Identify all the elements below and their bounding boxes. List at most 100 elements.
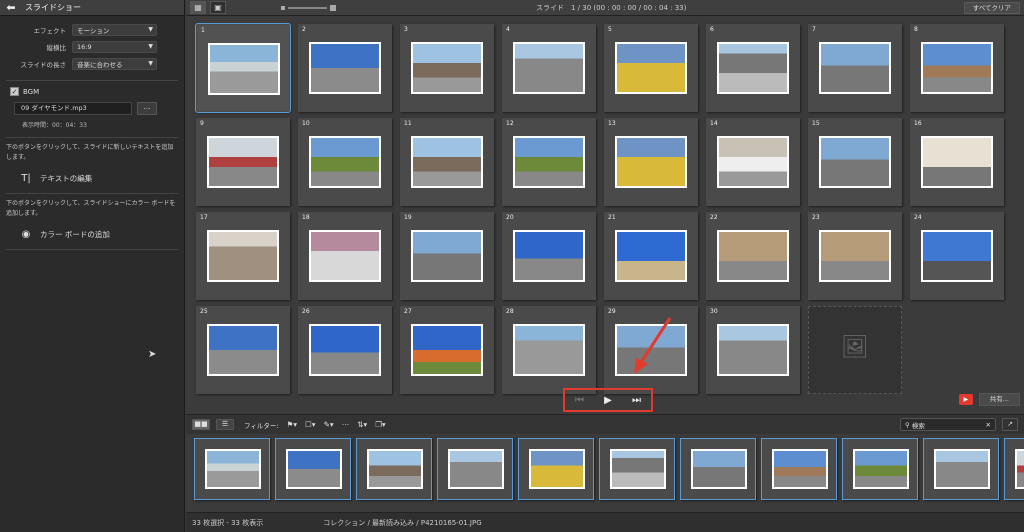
filmstrip-thumbnail[interactable] bbox=[518, 438, 594, 500]
slide-number: 26 bbox=[302, 308, 310, 315]
share-button[interactable]: 共有... bbox=[978, 393, 1020, 406]
slide-thumbnail[interactable]: 18 bbox=[298, 212, 392, 300]
slide-number: 30 bbox=[710, 308, 718, 315]
slide-photo bbox=[207, 230, 279, 282]
filmstrip-thumbnail[interactable] bbox=[356, 438, 432, 500]
slide-thumbnail[interactable]: 17 bbox=[196, 212, 290, 300]
skip-forward-icon[interactable]: ⏭ bbox=[632, 395, 641, 406]
slide-thumbnail[interactable]: 27 bbox=[400, 306, 494, 394]
slide-thumbnail[interactable]: 1 bbox=[195, 23, 291, 113]
slider-track[interactable] bbox=[288, 7, 327, 9]
slide-thumbnail[interactable]: 4 bbox=[502, 24, 596, 112]
checkbox-checked-icon[interactable]: ✓ bbox=[10, 87, 19, 96]
sort-icon[interactable]: ⇅▾ bbox=[357, 420, 367, 429]
edit-filter-icon[interactable]: ✎▾ bbox=[324, 420, 334, 429]
bgm-toggle[interactable]: ✓ BGM bbox=[10, 87, 184, 96]
external-link-icon[interactable]: ↗ bbox=[1002, 418, 1018, 431]
filmstrip-thumbnail[interactable] bbox=[194, 438, 270, 500]
annotation-arrow bbox=[634, 317, 672, 374]
filter-bar: ■■ ☰ フィルター: ⚑▾ ☐▾ ✎▾ ⋯ ⇅▾ ❐▾ ⚲ 検索 ✕ ↗ bbox=[186, 414, 1024, 434]
slide-photo bbox=[819, 42, 891, 94]
slide-thumbnail[interactable]: 10 bbox=[298, 118, 392, 206]
filmstrip-thumbnail[interactable] bbox=[275, 438, 351, 500]
slide-thumbnail[interactable]: 26 bbox=[298, 306, 392, 394]
add-photo-slot[interactable]: 🖼 bbox=[808, 306, 902, 394]
stack-icon[interactable]: ❐▾ bbox=[375, 420, 386, 429]
skip-back-icon[interactable]: ⏮ bbox=[575, 395, 584, 406]
slide-number: 3 bbox=[404, 26, 408, 33]
slide-thumbnail[interactable]: 25 bbox=[196, 306, 290, 394]
filmstrip-thumbnail[interactable] bbox=[437, 438, 513, 500]
filmstrip-thumbnail[interactable] bbox=[923, 438, 999, 500]
aspect-label: 縦横比 bbox=[46, 43, 67, 52]
aspect-select[interactable]: 16:9 ▼ bbox=[72, 40, 157, 53]
slide-number: 7 bbox=[812, 26, 816, 33]
slide-thumbnail[interactable]: 14 bbox=[706, 118, 800, 206]
filmstrip-thumbnail[interactable] bbox=[1004, 438, 1024, 500]
filmstrip-thumbnail[interactable] bbox=[842, 438, 918, 500]
play-icon[interactable]: ▶ bbox=[604, 395, 612, 406]
slide-number: 13 bbox=[608, 120, 616, 127]
filmstrip-thumbnail[interactable] bbox=[761, 438, 837, 500]
slide-thumbnail[interactable]: 22 bbox=[706, 212, 800, 300]
slide-thumbnail[interactable]: 15 bbox=[808, 118, 902, 206]
slide-thumbnail[interactable]: 23 bbox=[808, 212, 902, 300]
slide-number: 20 bbox=[506, 214, 514, 221]
search-box[interactable]: ⚲ 検索 ✕ bbox=[900, 418, 996, 431]
slide-photo bbox=[309, 42, 381, 94]
slide-thumbnail[interactable]: 20 bbox=[502, 212, 596, 300]
clear-search-icon[interactable]: ✕ bbox=[986, 421, 991, 429]
grid-view-icon[interactable]: ▦ bbox=[190, 1, 206, 14]
search-input[interactable]: 検索 bbox=[912, 420, 925, 430]
slide-thumbnail[interactable]: 21 bbox=[604, 212, 698, 300]
back-arrow-icon[interactable]: ⬅ bbox=[0, 0, 22, 16]
slide-number: 15 bbox=[812, 120, 820, 127]
slide-thumbnail[interactable]: 3 bbox=[400, 24, 494, 112]
slide-thumbnail[interactable]: 12 bbox=[502, 118, 596, 206]
slide-photo bbox=[513, 42, 585, 94]
length-select[interactable]: 音楽に合わせる ▼ bbox=[72, 57, 157, 70]
slide-photo bbox=[207, 324, 279, 376]
filmstrip-thumbnail[interactable] bbox=[599, 438, 675, 500]
effect-select[interactable]: モーション ▼ bbox=[72, 23, 157, 36]
slide-thumbnail[interactable]: 30 bbox=[706, 306, 800, 394]
slide-thumbnail[interactable]: 7 bbox=[808, 24, 902, 112]
slide-number: 11 bbox=[404, 120, 412, 127]
bgm-file-field[interactable]: 09 ダイヤモンド.mp3 bbox=[14, 102, 132, 115]
list-view-icon[interactable]: ☰ bbox=[216, 419, 234, 430]
slide-thumbnail[interactable]: 13 bbox=[604, 118, 698, 206]
filmstrip-thumbnail[interactable] bbox=[680, 438, 756, 500]
slide-thumbnail[interactable]: 11 bbox=[400, 118, 494, 206]
rating-filter-icon[interactable]: ☐▾ bbox=[305, 420, 316, 429]
aspect-value: 16:9 bbox=[77, 42, 92, 51]
more-filter-icon[interactable]: ⋯ bbox=[342, 420, 350, 429]
filmstrip-photo bbox=[1015, 449, 1024, 489]
slide-thumbnail[interactable]: 2 bbox=[298, 24, 392, 112]
flag-filter-icon[interactable]: ⚑▾ bbox=[287, 420, 298, 429]
edit-text-button[interactable]: T| テキストの編集 bbox=[18, 171, 184, 185]
effect-value: モーション bbox=[77, 26, 110, 35]
slide-photo bbox=[819, 230, 891, 282]
divider bbox=[6, 80, 178, 81]
youtube-icon[interactable]: ▶ bbox=[958, 394, 973, 405]
slide-thumbnail[interactable]: 24 bbox=[910, 212, 1004, 300]
clear-all-button[interactable]: すべてクリア bbox=[963, 2, 1020, 14]
slide-thumbnail[interactable]: 9 bbox=[196, 118, 290, 206]
slide-thumbnail[interactable]: 6 bbox=[706, 24, 800, 112]
slide-number: 4 bbox=[506, 26, 510, 33]
thumbnail-size-slider[interactable] bbox=[281, 4, 336, 12]
single-view-icon[interactable]: ▣ bbox=[210, 1, 226, 14]
add-color-board-button[interactable]: ◉ カラー ボードの追加 bbox=[18, 227, 184, 241]
slide-thumbnail[interactable]: 5 bbox=[604, 24, 698, 112]
edit-text-label: テキストの編集 bbox=[40, 173, 93, 183]
slide-thumbnail[interactable]: 19 bbox=[400, 212, 494, 300]
slide-photo bbox=[411, 136, 483, 188]
slide-photo bbox=[717, 136, 789, 188]
slide-thumbnail[interactable]: 28 bbox=[502, 306, 596, 394]
filmstrip-view-icon[interactable]: ■■ bbox=[192, 419, 210, 430]
slide-number: 22 bbox=[710, 214, 718, 221]
bgm-browse-button[interactable]: ... bbox=[137, 102, 157, 115]
length-label: スライドの長さ bbox=[20, 60, 67, 69]
slide-thumbnail[interactable]: 16 bbox=[910, 118, 1004, 206]
slide-thumbnail[interactable]: 8 bbox=[910, 24, 1004, 112]
